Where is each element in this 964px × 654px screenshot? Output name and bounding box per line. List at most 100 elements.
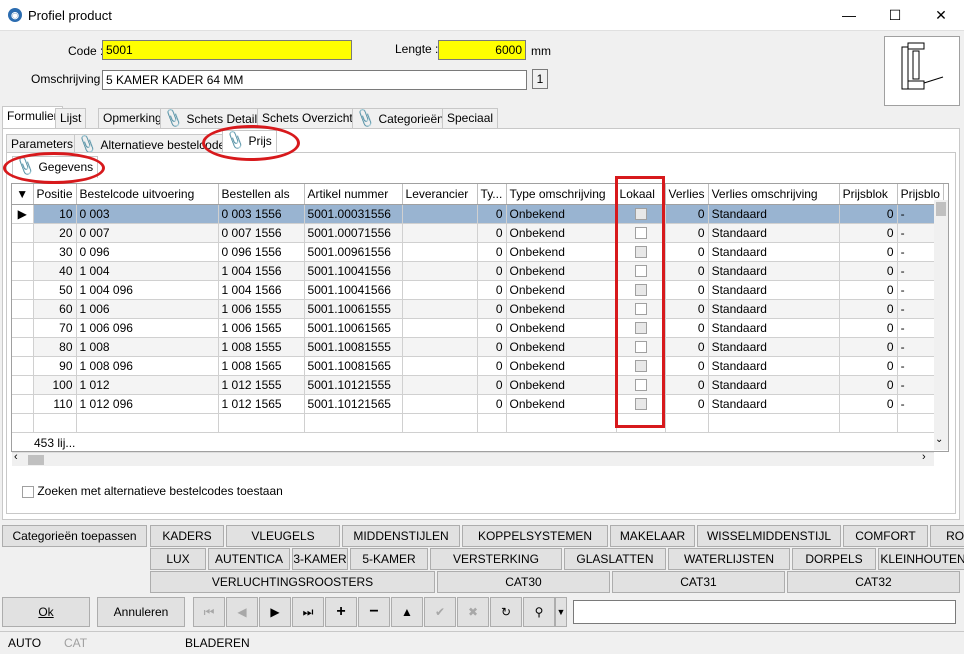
table-row[interactable]: 40 1 004 1 004 1556 5001.10041556 0 Onbekend 0… bbox=[12, 261, 944, 281]
cell-verlies-omschrijving[interactable]: Standaard bbox=[708, 261, 840, 281]
cell-type[interactable]: 0 bbox=[477, 261, 507, 281]
chevron-right-icon[interactable]: › bbox=[922, 451, 926, 463]
table-row[interactable]: 50 1 004 096 1 004 1566 5001.10041566 0 Onbek… bbox=[12, 280, 944, 300]
sort-indicator-icon[interactable]: ▼ bbox=[12, 184, 34, 205]
omschrijving-field[interactable]: 5 KAMER KADER 64 MM bbox=[102, 70, 527, 90]
lengte-field[interactable]: 6000 bbox=[438, 40, 526, 60]
previous-record-icon[interactable]: ◀ bbox=[226, 597, 258, 627]
cell-prijsblok[interactable]: 0 bbox=[839, 261, 898, 281]
table-row[interactable]: 90 1 008 096 1 008 1565 5001.10081565 0 Onbek… bbox=[12, 356, 944, 376]
cell-bestelcode[interactable]: 1 006 096 bbox=[76, 318, 219, 338]
cell-bestelcode[interactable]: 1 004 096 bbox=[76, 280, 219, 300]
col-prijsblok[interactable]: Prijsblok bbox=[839, 184, 898, 205]
cell-bestellen-als[interactable]: 1 008 1565 bbox=[218, 356, 305, 376]
cell-leverancier[interactable] bbox=[402, 356, 478, 376]
cell-positie[interactable]: 50 bbox=[33, 280, 77, 300]
col-verlies-omschrijving[interactable]: Verlies omschrijving bbox=[708, 184, 840, 205]
cell-artikel-nummer[interactable]: 5001.10121555 bbox=[304, 375, 403, 395]
cell-verlies-omschrijving[interactable]: Standaard bbox=[708, 356, 840, 376]
chevron-down-icon[interactable]: ⌄ bbox=[935, 434, 943, 445]
cell-type-omschrijving[interactable]: Onbekend bbox=[506, 204, 617, 224]
col-verlies[interactable]: Verlies bbox=[665, 184, 709, 205]
cell-artikel-nummer[interactable]: 5001.10061555 bbox=[304, 299, 403, 319]
cell-artikel-nummer[interactable]: 5001.10041566 bbox=[304, 280, 403, 300]
cell-type[interactable]: 0 bbox=[477, 318, 507, 338]
cell-positie[interactable]: 70 bbox=[33, 318, 77, 338]
cancel-button[interactable]: Annuleren bbox=[97, 597, 185, 627]
category-button-verluchtingsroosters[interactable]: VERLUCHTINGSROOSTERS bbox=[150, 571, 435, 593]
cell-bestellen-als[interactable]: 1 004 1556 bbox=[218, 261, 305, 281]
col-leverancier[interactable]: Leverancier bbox=[402, 184, 478, 205]
cell-leverancier[interactable] bbox=[402, 242, 478, 262]
col-type-omschrijving[interactable]: Type omschrijving bbox=[506, 184, 617, 205]
category-button-cat32[interactable]: CAT32 bbox=[787, 571, 960, 593]
search-alt-checkbox[interactable] bbox=[22, 485, 34, 498]
cell-leverancier[interactable] bbox=[402, 394, 478, 414]
cell-verlies-omschrijving[interactable]: Standaard bbox=[708, 318, 840, 338]
cell-leverancier[interactable] bbox=[402, 261, 478, 281]
tab-opmerking[interactable]: Opmerking bbox=[98, 108, 167, 128]
last-record-icon[interactable]: ⏭ bbox=[292, 597, 324, 627]
cell-bestellen-als[interactable]: 1 006 1555 bbox=[218, 299, 305, 319]
category-button-koppelsystemen[interactable]: KOPPELSYSTEMEN bbox=[462, 525, 608, 547]
cell-bestelcode[interactable]: 1 004 bbox=[76, 261, 219, 281]
cell-verlies[interactable]: 0 bbox=[665, 318, 709, 338]
cell-artikel-nummer[interactable]: 5001.10041556 bbox=[304, 261, 403, 281]
cell-verlies[interactable]: 0 bbox=[665, 394, 709, 414]
tab-speciaal[interactable]: Speciaal bbox=[442, 108, 499, 128]
col-artikel-nummer[interactable]: Artikel nummer bbox=[304, 184, 403, 205]
cell-verlies-omschrijving[interactable]: Standaard bbox=[708, 375, 840, 395]
cell-type[interactable]: 0 bbox=[477, 299, 507, 319]
category-button-royal[interactable]: ROYAL bbox=[930, 525, 964, 547]
first-record-icon[interactable]: ⏮ bbox=[193, 597, 225, 627]
cell-leverancier[interactable] bbox=[402, 318, 478, 338]
cell-leverancier[interactable] bbox=[402, 299, 478, 319]
cell-leverancier[interactable] bbox=[402, 337, 478, 357]
cell-leverancier[interactable] bbox=[402, 375, 478, 395]
category-button-lux[interactable]: LUX bbox=[150, 548, 206, 570]
cell-bestelcode[interactable]: 1 006 bbox=[76, 299, 219, 319]
cell-type-omschrijving[interactable]: Onbekend bbox=[506, 375, 617, 395]
apply-categories-button[interactable]: Categorieën toepassen bbox=[2, 525, 147, 547]
cell-type-omschrijving[interactable]: Onbekend bbox=[506, 223, 617, 243]
cell-artikel-nummer[interactable]: 5001.00071556 bbox=[304, 223, 403, 243]
cell-verlies[interactable]: 0 bbox=[665, 375, 709, 395]
category-button-waterlijsten[interactable]: WATERLIJSTEN bbox=[668, 548, 790, 570]
table-row[interactable]: 100 1 012 1 012 1555 5001.10121555 0 Onbekend… bbox=[12, 375, 944, 395]
category-button-kaders[interactable]: KADERS bbox=[150, 525, 224, 547]
table-row[interactable]: 60 1 006 1 006 1555 5001.10061555 0 Onbekend 0… bbox=[12, 299, 944, 319]
vertical-scrollbar[interactable]: ⌄ bbox=[934, 200, 948, 450]
cell-prijsblok[interactable]: 0 bbox=[839, 299, 898, 319]
category-button-cat30[interactable]: CAT30 bbox=[437, 571, 610, 593]
category-button-autentica[interactable]: AUTENTICA bbox=[208, 548, 290, 570]
scroll-thumb[interactable] bbox=[936, 202, 946, 216]
cell-type-omschrijving[interactable]: Onbekend bbox=[506, 394, 617, 414]
ok-button[interactable]: Ok bbox=[2, 597, 90, 627]
cell-bestellen-als[interactable]: 0 096 1556 bbox=[218, 242, 305, 262]
cell-verlies-omschrijving[interactable]: Standaard bbox=[708, 223, 840, 243]
cell-bestelcode[interactable]: 1 012 bbox=[76, 375, 219, 395]
tab-parameters[interactable]: Parameters bbox=[6, 134, 79, 154]
close-icon[interactable]: ✕ bbox=[918, 0, 964, 31]
cell-artikel-nummer[interactable]: 5001.10121565 bbox=[304, 394, 403, 414]
search-alt-checkbox-row[interactable]: Zoeken met alternatieve bestelcodes toes… bbox=[22, 484, 283, 498]
category-button-vleugels[interactable]: VLEUGELS bbox=[226, 525, 340, 547]
cell-bestellen-als[interactable]: 0 007 1556 bbox=[218, 223, 305, 243]
cell-artikel-nummer[interactable]: 5001.10061565 bbox=[304, 318, 403, 338]
category-button-glaslatten[interactable]: GLASLATTEN bbox=[564, 548, 666, 570]
table-row[interactable]: ▶ 10 0 003 0 003 1556 5001.00031556 0 Onbekend… bbox=[12, 204, 944, 224]
cell-verlies[interactable]: 0 bbox=[665, 204, 709, 224]
cell-verlies[interactable]: 0 bbox=[665, 280, 709, 300]
cell-bestelcode[interactable]: 1 012 096 bbox=[76, 394, 219, 414]
binoculars-icon[interactable]: ⚲ bbox=[523, 597, 555, 627]
cell-type-omschrijving[interactable]: Onbekend bbox=[506, 356, 617, 376]
cell-positie[interactable]: 60 bbox=[33, 299, 77, 319]
refresh-icon[interactable]: ↻ bbox=[490, 597, 522, 627]
maximize-icon[interactable]: ☐ bbox=[872, 0, 918, 31]
category-button-cat31[interactable]: CAT31 bbox=[612, 571, 785, 593]
cell-prijsblok[interactable]: 0 bbox=[839, 242, 898, 262]
cell-prijsblok[interactable]: 0 bbox=[839, 375, 898, 395]
cell-type[interactable]: 0 bbox=[477, 356, 507, 376]
chevron-left-icon[interactable]: ‹ bbox=[14, 451, 18, 463]
cell-verlies[interactable]: 0 bbox=[665, 261, 709, 281]
